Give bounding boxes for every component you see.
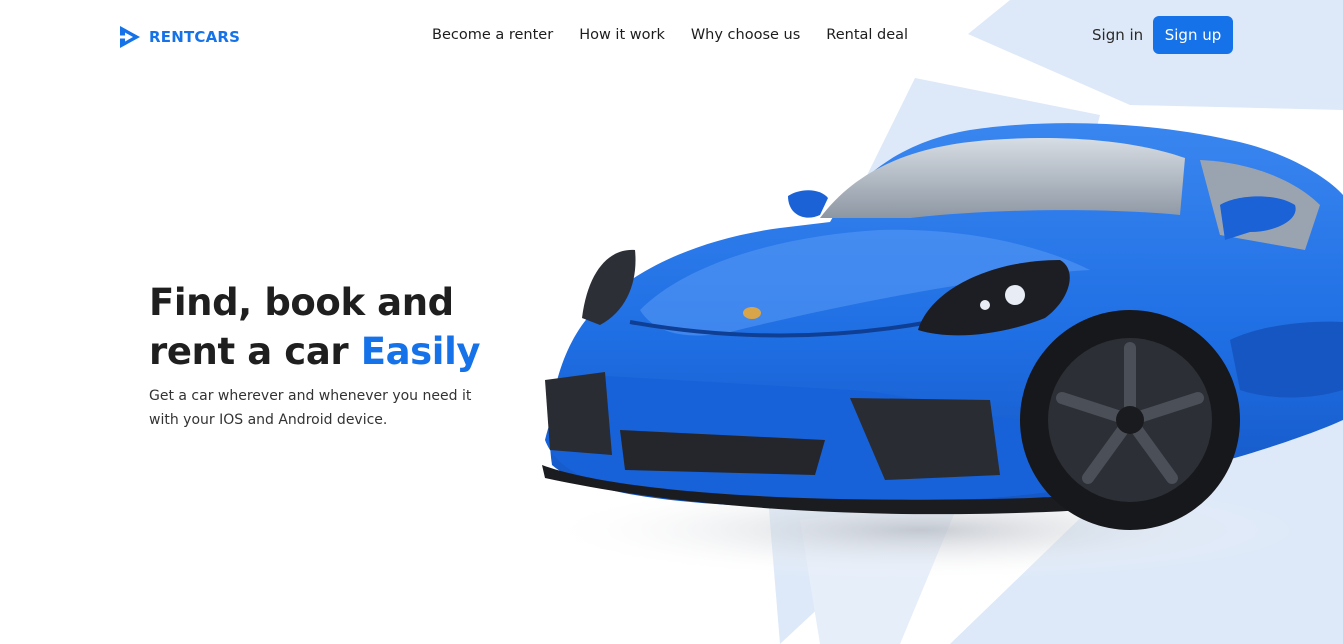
- hero-description: Get a car wherever and whenever you need…: [149, 388, 472, 428]
- main-nav: Become a renter How it work Why choose u…: [432, 25, 908, 45]
- hero-title: Find, book and rent a car Easily: [149, 278, 509, 376]
- nav-become-renter[interactable]: Become a renter: [432, 25, 553, 45]
- sign-in-link[interactable]: Sign in: [1092, 25, 1143, 45]
- play-triangle-logo-icon: [118, 26, 140, 48]
- sign-up-button[interactable]: Sign up: [1153, 16, 1233, 54]
- headlight-lamp-small: [980, 300, 990, 310]
- nav-rental-deal[interactable]: Rental deal: [826, 25, 908, 45]
- hero-title-line1: Find, book and: [149, 281, 454, 324]
- car-badge: [743, 307, 761, 319]
- hero-title-highlight: Easily: [360, 330, 481, 373]
- brand-name: RENTCARS: [149, 28, 241, 46]
- nav-how-it-work[interactable]: How it work: [579, 25, 665, 45]
- hero-title-line2: rent a car: [149, 330, 361, 373]
- left-grille: [545, 372, 612, 455]
- hero-section: Find, book and rent a car Easily Get a c…: [149, 278, 509, 432]
- brand-logo[interactable]: RENTCARS: [116, 24, 240, 50]
- nav-why-choose-us[interactable]: Why choose us: [691, 25, 800, 45]
- headlight-lamp: [1005, 285, 1025, 305]
- windshield: [820, 138, 1185, 218]
- left-mirror: [788, 190, 828, 218]
- wheel-hub: [1116, 406, 1144, 434]
- car-image: [540, 123, 1343, 580]
